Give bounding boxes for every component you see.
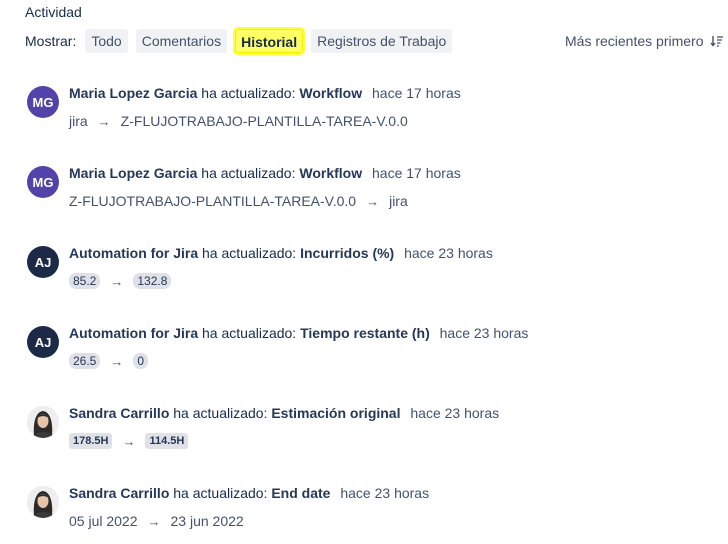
activity-filter-bar: Mostrar: Todo Comentarios Historial Regi… [25,28,460,54]
user-photo-icon [27,486,59,518]
timestamp[interactable]: hace 17 horas [372,165,461,181]
history-entry: MG Maria Lopez Garcia ha actualizado: Wo… [27,76,717,136]
history-entry: Sandra Carrillo ha actualizado: End date… [27,476,717,536]
new-value: 114.5H [145,433,189,449]
activity-title: Actividad [25,4,82,20]
right-arrow-icon: → [122,433,136,449]
changed-field: End date [271,485,331,501]
history-entry-summary: Maria Lopez Garcia ha actualizado: Workf… [69,165,461,181]
actor-name[interactable]: Sandra Carrillo [69,405,169,421]
change-values: jira → Z-FLUJOTRABAJO-PLANTILLA-TAREA-V.… [69,113,408,129]
right-arrow-icon: → [147,513,161,529]
change-values: 85.2 → 132.8 [69,273,172,289]
history-entry-summary: Automation for Jira ha actualizado: Tiem… [69,325,528,341]
action-verb: ha actualizado: [173,485,268,501]
action-verb: ha actualizado: [202,245,297,261]
avatar[interactable] [27,486,59,518]
history-entry: Sandra Carrillo ha actualizado: Estimaci… [27,396,717,456]
avatar[interactable]: AJ [27,326,59,358]
timestamp[interactable]: hace 23 horas [404,245,493,261]
history-entry-summary: Automation for Jira ha actualizado: Incu… [69,245,493,261]
history-entry-summary: Sandra Carrillo ha actualizado: Estimaci… [69,405,499,421]
action-verb: ha actualizado: [201,85,296,101]
history-entry: AJ Automation for Jira ha actualizado: I… [27,236,717,296]
actor-name[interactable]: Automation for Jira [69,325,198,341]
old-value: 85.2 [69,273,101,289]
show-label: Mostrar: [25,33,77,49]
filter-all-button[interactable]: Todo [85,29,128,53]
change-values: Z-FLUJOTRABAJO-PLANTILLA-TAREA-V.0.0 → j… [69,193,408,209]
timestamp[interactable]: hace 17 horas [372,85,461,101]
changed-field: Workflow [299,165,363,181]
changed-field: Incurridos (%) [300,245,395,261]
old-value: 05 jul 2022 [69,513,138,529]
sort-descending-icon [709,36,723,47]
sort-order-label: Más recientes primero [565,33,704,49]
actor-name[interactable]: Maria Lopez Garcia [69,85,197,101]
change-values: 178.5H → 114.5H [69,433,189,449]
changed-field: Tiempo restante (h) [300,325,430,341]
timestamp[interactable]: hace 23 horas [440,325,529,341]
old-value: Z-FLUJOTRABAJO-PLANTILLA-TAREA-V.0.0 [69,193,357,209]
history-entry-summary: Sandra Carrillo ha actualizado: End date… [69,485,429,501]
actor-name[interactable]: Maria Lopez Garcia [69,165,197,181]
new-value: jira [389,193,408,209]
new-value: 132.8 [133,273,172,289]
old-value: 26.5 [69,353,101,369]
action-verb: ha actualizado: [173,405,268,421]
action-verb: ha actualizado: [202,325,297,341]
avatar[interactable]: AJ [27,246,59,278]
change-values: 26.5 → 0 [69,353,149,369]
change-values: 05 jul 2022 → 23 jun 2022 [69,513,244,529]
new-value: 23 jun 2022 [170,513,244,529]
timestamp[interactable]: hace 23 horas [340,485,429,501]
changed-field: Workflow [299,85,363,101]
right-arrow-icon: → [97,113,111,129]
action-verb: ha actualizado: [201,165,296,181]
history-entry-summary: Maria Lopez Garcia ha actualizado: Workf… [69,85,461,101]
new-value: Z-FLUJOTRABAJO-PLANTILLA-TAREA-V.0.0 [120,113,408,129]
right-arrow-icon: → [366,193,380,209]
filter-history-button[interactable]: Historial [235,29,304,53]
sort-order-button[interactable]: Más recientes primero [565,28,724,54]
actor-name[interactable]: Automation for Jira [69,245,198,261]
avatar[interactable]: MG [27,86,59,118]
right-arrow-icon: → [110,353,124,369]
history-entry: MG Maria Lopez Garcia ha actualizado: Wo… [27,156,717,216]
avatar[interactable] [27,406,59,438]
filter-comments-button[interactable]: Comentarios [135,29,228,53]
history-entry: AJ Automation for Jira ha actualizado: T… [27,316,717,376]
right-arrow-icon: → [110,273,124,289]
old-value: 178.5H [69,433,113,449]
actor-name[interactable]: Sandra Carrillo [69,485,169,501]
changed-field: Estimación original [271,405,401,421]
avatar[interactable]: MG [27,166,59,198]
old-value: jira [69,113,88,129]
timestamp[interactable]: hace 23 horas [410,405,499,421]
filter-worklogs-button[interactable]: Registros de Trabajo [311,29,453,53]
user-photo-icon [27,406,59,438]
new-value: 0 [133,353,149,369]
